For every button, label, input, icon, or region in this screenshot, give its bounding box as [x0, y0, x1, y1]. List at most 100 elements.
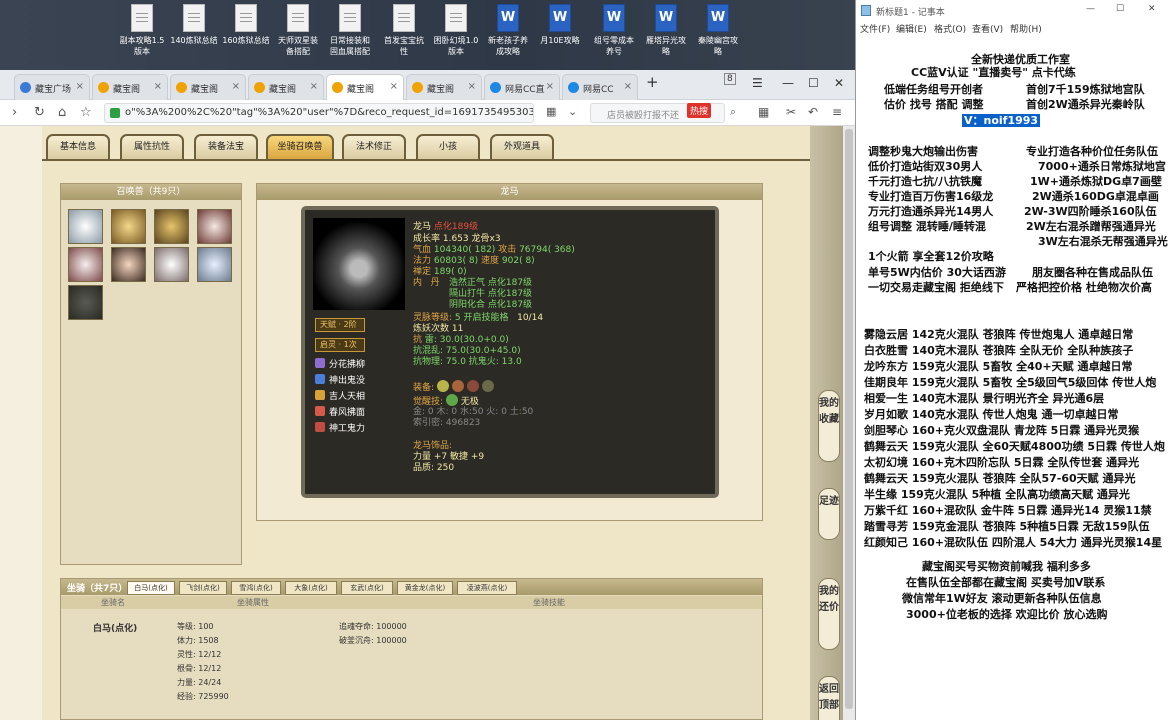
scrollbar-thumb[interactable] — [845, 129, 853, 709]
pet-thumb[interactable] — [154, 209, 189, 244]
desktop-icon-word[interactable]: W 秦陵幽宫攻 略 — [688, 4, 748, 57]
my-offers-button[interactable]: 我的还价 — [818, 578, 840, 650]
search-icon[interactable]: ⌕ — [730, 105, 736, 119]
tab-child[interactable]: 小孩 — [416, 134, 480, 160]
menu-edit[interactable]: 编辑(E) — [896, 22, 927, 35]
browser-tab-active[interactable]: 藏宝阁 × — [326, 74, 404, 100]
desktop-icon-doc[interactable]: 首发宝宝抗 性 — [374, 4, 434, 57]
pet-skill[interactable]: 春风拂面 — [315, 406, 365, 418]
menu-view[interactable]: 查看(V) — [972, 22, 1003, 35]
pet-skill[interactable]: 神出鬼没 — [315, 374, 365, 386]
desktop-icon-doc[interactable]: 困卧幻境1.0 版本 — [426, 4, 486, 57]
close-icon[interactable]: × — [310, 81, 318, 92]
desktop-icon-word[interactable]: W 新老孩子养 成攻略 — [478, 4, 538, 57]
close-window-icon[interactable]: ✕ — [834, 76, 844, 90]
apps-icon[interactable]: ▦ — [758, 105, 769, 119]
undo-icon[interactable]: ↶ — [808, 105, 818, 119]
tab-count-badge[interactable]: 8 — [724, 73, 736, 85]
browser-tab[interactable]: 藏宝广场 × — [14, 74, 90, 100]
maximize-icon[interactable]: ☐ — [1116, 4, 1124, 14]
mount-tab[interactable]: 雪鸿(点化) — [231, 581, 281, 595]
browser-tab[interactable]: 藏宝阁 × — [406, 74, 482, 100]
footprint-button[interactable]: 足迹 — [818, 488, 840, 540]
mount-tab[interactable]: 白马(点化) — [127, 581, 175, 595]
scissors-icon[interactable]: ✂ — [786, 105, 796, 119]
browser-tab[interactable]: 藏宝阁 × — [248, 74, 324, 100]
more-icon[interactable]: ≡ — [832, 105, 842, 119]
pet-mp-speed: 法力 60803( 8) 速度 902( 8) — [413, 256, 535, 266]
menu-format[interactable]: 格式(O) — [934, 22, 966, 35]
hot-search-badge[interactable]: 热搜 — [687, 103, 712, 118]
back-to-top-button[interactable]: 返回顶部 — [818, 676, 840, 720]
menu-icon[interactable]: ☰ — [752, 76, 763, 90]
equip-icon[interactable] — [451, 380, 464, 392]
pet-skill[interactable]: 神工鬼力 — [315, 422, 365, 434]
notepad-text-area[interactable]: 全新快递优质工作室 CC蓝V认证 "直播卖号" 点卡代练 低端任务组号开创者 首… — [856, 38, 1172, 720]
desktop-icon-doc[interactable]: 天师双星装 备搭配 — [268, 4, 328, 57]
tab-equipment[interactable]: 装备法宝 — [194, 134, 258, 160]
equip-icon[interactable] — [436, 380, 449, 392]
browser-tab[interactable]: 藏宝阁 × — [170, 74, 246, 100]
mount-name: 白马(点化) — [93, 624, 138, 634]
text-line: 单号5W内估价 30大话西游 — [868, 266, 1006, 279]
mount-tab[interactable]: 玄武(点化) — [341, 581, 393, 595]
close-icon[interactable]: × — [390, 81, 398, 92]
desktop-icon-doc[interactable]: 160炼狱总结 — [216, 4, 276, 46]
tab-attributes[interactable]: 属性抗性 — [120, 134, 184, 160]
close-icon[interactable]: × — [232, 81, 240, 92]
my-favorites-button[interactable]: 我的收藏 — [818, 390, 840, 462]
refresh-icon[interactable]: ↻ — [34, 105, 45, 120]
skill-icon — [315, 390, 325, 400]
pet-thumb[interactable] — [68, 209, 103, 244]
equip-icon[interactable] — [466, 380, 479, 392]
menu-help[interactable]: 帮助(H) — [1010, 22, 1042, 35]
menu-file[interactable]: 文件(F) — [860, 22, 890, 35]
close-icon[interactable]: × — [154, 81, 162, 92]
browser-tab[interactable]: 藏宝阁 × — [92, 74, 168, 100]
desktop-icon-doc[interactable]: 副本攻略1.5 版本 — [112, 4, 172, 57]
close-icon[interactable]: × — [468, 81, 476, 92]
tab-mount-pet[interactable]: 坐骑召唤兽 — [266, 134, 334, 160]
browser-tab[interactable]: 网易CC × — [562, 74, 638, 100]
tab-basic-info[interactable]: 基本信息 — [46, 134, 110, 160]
pet-thumb[interactable] — [111, 209, 146, 244]
desktop-icon-doc[interactable]: 140炼狱总结 — [164, 4, 224, 46]
mount-tab[interactable]: 黄金龙(点化) — [397, 581, 453, 595]
close-icon[interactable]: × — [76, 81, 84, 92]
desktop-icon-word[interactable]: W 组号零成本 养号 — [584, 4, 644, 57]
pet-equip: 装备: — [413, 380, 497, 394]
pet-thumb[interactable] — [197, 247, 232, 282]
desktop-icon-word[interactable]: W 月10E攻略 — [530, 4, 590, 46]
tab-spells[interactable]: 法术修正 — [342, 134, 406, 160]
pet-thumb[interactable] — [68, 285, 103, 320]
tab-appearance[interactable]: 外观道具 — [490, 134, 554, 160]
new-tab-button[interactable]: + — [646, 73, 659, 91]
desktop-icon-word[interactable]: W 雁塔异光攻 略 — [636, 4, 696, 57]
forward-icon[interactable]: › — [12, 105, 17, 120]
equip-icon[interactable] — [481, 380, 494, 392]
dropdown-icon[interactable]: ⌄ — [568, 105, 577, 118]
pet-thumb[interactable] — [154, 247, 189, 282]
close-icon[interactable]: × — [624, 81, 632, 92]
minimize-icon[interactable]: — — [1086, 4, 1095, 14]
star-icon[interactable]: ☆ — [80, 105, 92, 120]
mount-tab[interactable]: 凌波燕(点化) — [457, 581, 517, 595]
minimize-icon[interactable]: — — [782, 76, 794, 90]
pet-skill[interactable]: 吉人天相 — [315, 390, 365, 402]
text-line: 专业打造百万伤害16级龙 — [868, 190, 994, 203]
address-bar[interactable]: o"%3A%200%2C%20"tag"%3A%20"user"%7D&reco… — [104, 103, 534, 123]
mount-tab[interactable]: 飞剑(点化) — [179, 581, 227, 595]
document-icon — [445, 4, 467, 32]
pet-skill[interactable]: 分花拂柳 — [315, 358, 365, 370]
grid-icon[interactable]: ▦ — [546, 105, 556, 118]
home-icon[interactable]: ⌂ — [58, 105, 66, 120]
close-icon[interactable]: × — [546, 81, 554, 92]
browser-tab[interactable]: 网易CC直 × — [484, 74, 560, 100]
pet-thumb[interactable] — [111, 247, 146, 282]
maximize-icon[interactable]: ☐ — [808, 76, 819, 90]
pet-thumb[interactable] — [197, 209, 232, 244]
mount-tab[interactable]: 大象(点化) — [285, 581, 337, 595]
desktop-icon-doc[interactable]: 日常接装和 固血属搭配 — [320, 4, 380, 57]
close-window-icon[interactable]: ✕ — [1148, 4, 1156, 14]
pet-thumb[interactable] — [68, 247, 103, 282]
